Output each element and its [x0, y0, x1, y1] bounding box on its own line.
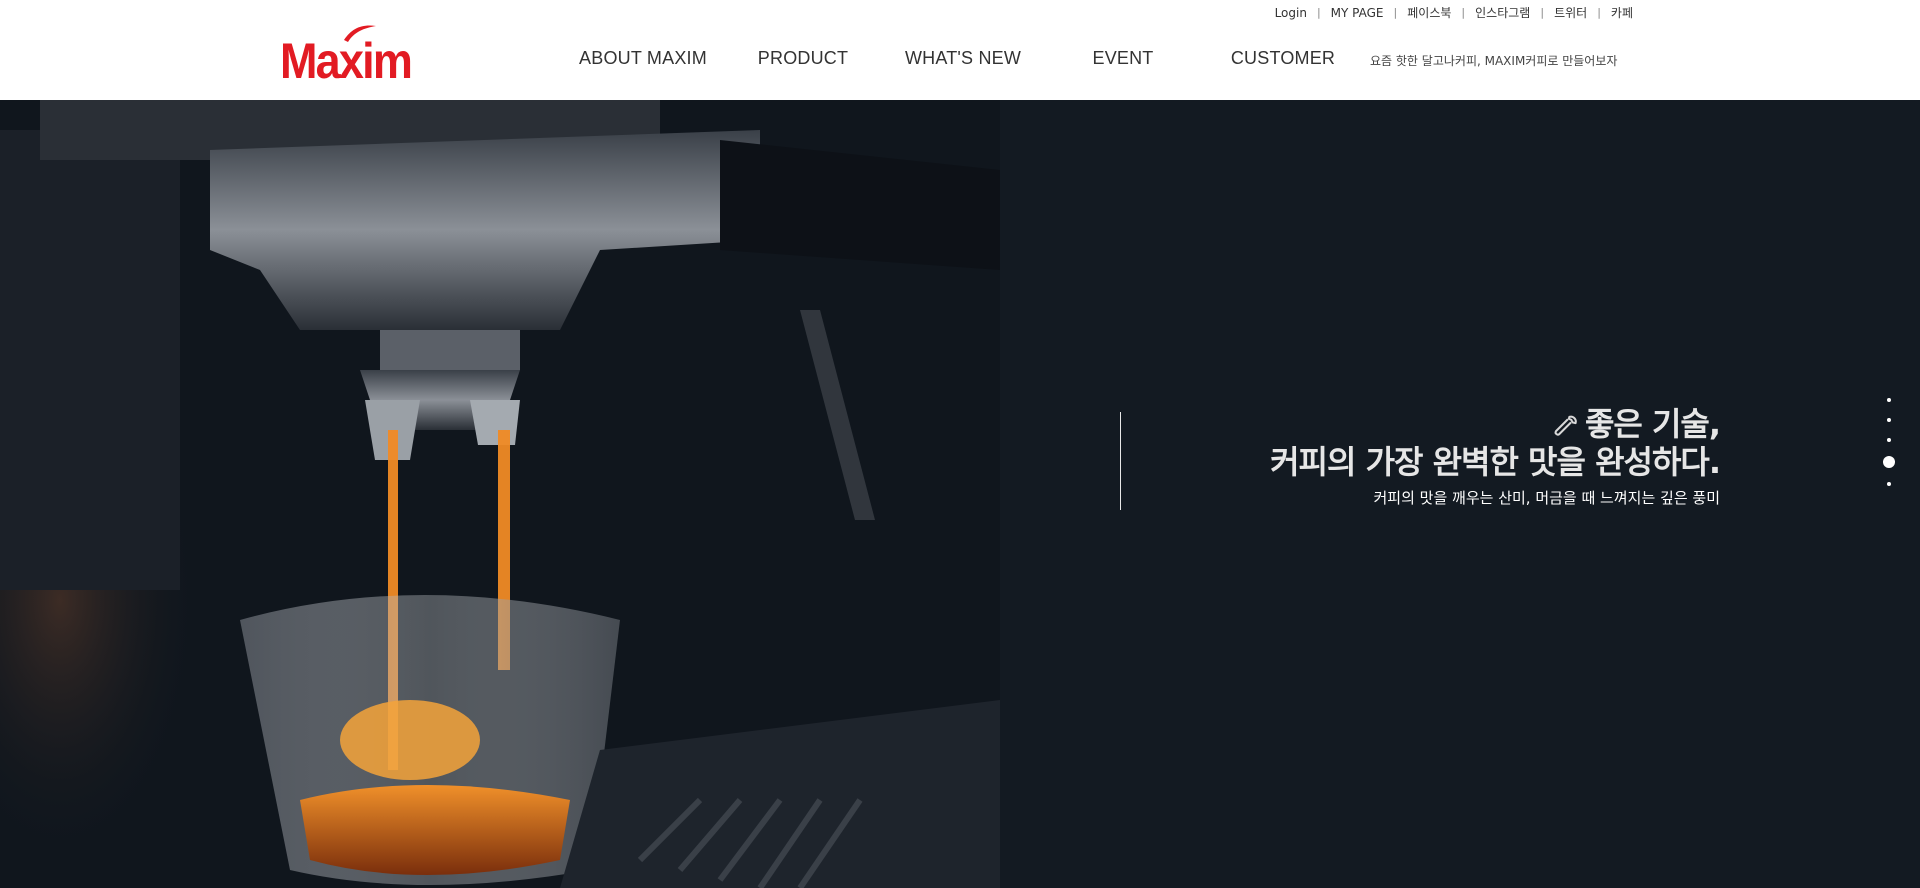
site-header: Maxim Login | MY PAGE | 페이스북 | 인스타그램 | 트… — [0, 0, 1920, 100]
nav-about-maxim[interactable]: ABOUT MAXIM — [579, 48, 707, 69]
espresso-machine-image — [0, 100, 1000, 888]
utility-links: Login | MY PAGE | 페이스북 | 인스타그램 | 트위터 | 카… — [1275, 4, 1633, 21]
nav-product[interactable]: PRODUCT — [758, 48, 848, 69]
nav-promo-tagline[interactable]: 요즘 핫한 달고나커피, MAXIM커피로 만들어보자 — [1370, 52, 1617, 69]
hero-copy: 좋은 기술, 커피의 가장 완벽한 맛을 완성하다. 커피의 맛을 깨우는 산미… — [1270, 405, 1721, 508]
slide-dot-5[interactable] — [1887, 482, 1891, 486]
util-separator: | — [1597, 6, 1601, 19]
logo-wordmark: Maxim — [280, 33, 413, 89]
facebook-link[interactable]: 페이스북 — [1407, 4, 1451, 21]
hero-banner: 좋은 기술, 커피의 가장 완벽한 맛을 완성하다. 커피의 맛을 깨우는 산미… — [0, 100, 1920, 888]
mypage-link[interactable]: MY PAGE — [1331, 6, 1384, 20]
hero-divider — [1120, 412, 1121, 510]
cafe-link[interactable]: 카페 — [1611, 4, 1633, 21]
maxim-logo[interactable]: Maxim — [280, 22, 430, 88]
hero-title-line1: 좋은 기술, — [1270, 405, 1721, 443]
hero-title-line1-text: 좋은 기술, — [1584, 405, 1721, 443]
nav-customer[interactable]: CUSTOMER — [1231, 48, 1335, 69]
slide-pager — [1882, 390, 1896, 494]
slide-dot-2[interactable] — [1887, 418, 1891, 422]
nav-event[interactable]: EVENT — [1092, 48, 1153, 69]
hero-title: 좋은 기술, 커피의 가장 완벽한 맛을 완성하다. — [1270, 405, 1721, 481]
util-separator: | — [1393, 6, 1398, 19]
hero-subtitle: 커피의 맛을 깨우는 산미, 머금을 때 느껴지는 깊은 풍미 — [1373, 489, 1720, 507]
slide-dot-3[interactable] — [1887, 438, 1891, 442]
twitter-link[interactable]: 트위터 — [1554, 4, 1587, 21]
slide-dot-4[interactable] — [1883, 456, 1895, 468]
login-link[interactable]: Login — [1275, 6, 1307, 20]
wrench-icon — [1554, 415, 1577, 436]
util-separator: | — [1461, 6, 1466, 19]
slide-dot-1[interactable] — [1887, 398, 1891, 402]
nav-whats-new[interactable]: WHAT'S NEW — [905, 48, 1021, 69]
util-separator: | — [1540, 6, 1545, 19]
instagram-link[interactable]: 인스타그램 — [1475, 4, 1530, 21]
util-separator: | — [1316, 6, 1321, 19]
hero-title-line2: 커피의 가장 완벽한 맛을 완성하다. — [1270, 443, 1721, 481]
